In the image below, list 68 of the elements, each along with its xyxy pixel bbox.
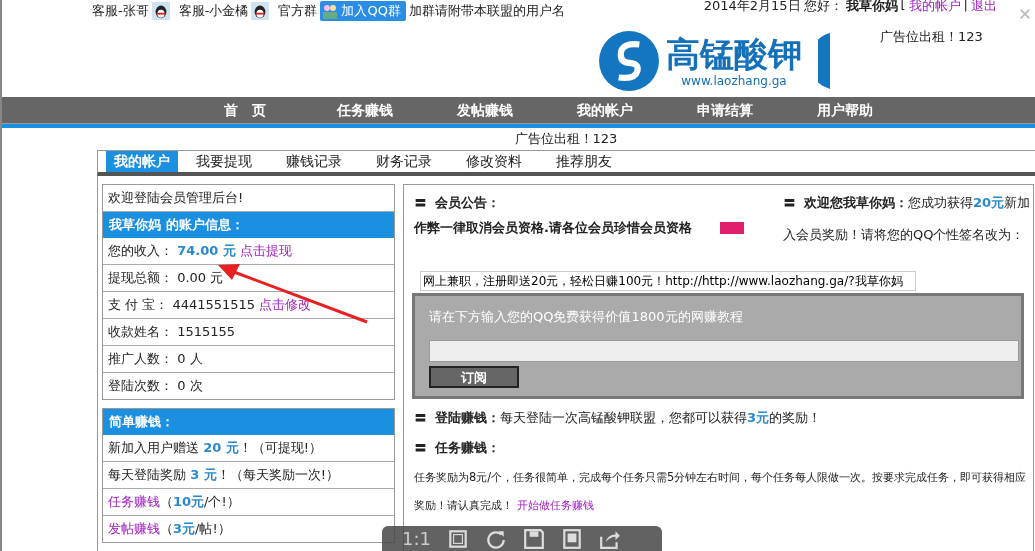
contact-label: 客服-张哥 xyxy=(92,2,149,20)
tab[interactable]: 财务记录 xyxy=(360,151,448,172)
welcome-message: 〓 欢迎您我草你妈：您成功获得20元新加入会员奖励！请将您的QQ个性签名改为： xyxy=(783,194,1032,244)
nav-item[interactable]: 用户帮助 xyxy=(785,97,905,123)
signature-field[interactable]: 网上兼职，注册即送20元，轻松日赚100元！http://http://www.laozhang.ga/?我草你妈 xyxy=(420,271,916,291)
field-value: 0 次 xyxy=(177,378,203,393)
site-logo[interactable]: 高锰酸钾 www.laozhang.ga xyxy=(598,24,830,97)
field-label: 提现总额： xyxy=(108,270,173,285)
field-value: 74.00 元 xyxy=(177,243,236,258)
logo-name: 高锰酸钾 xyxy=(666,33,802,74)
tablet-icon[interactable] xyxy=(560,527,583,550)
ad-text: 广告位出租！123 xyxy=(880,28,983,46)
nav-item[interactable]: 发帖赚钱 xyxy=(425,97,545,123)
earn-item-text: 任务赚钱（10元/个!） xyxy=(108,494,240,509)
image-placeholder xyxy=(719,222,744,234)
join-group-button[interactable]: 加入QQ群 xyxy=(320,1,406,21)
field-value: 0.00 元 xyxy=(177,270,224,285)
bullet-text: 〓 xyxy=(414,195,427,210)
field-label: 支 付 宝： xyxy=(108,297,169,312)
bracket-text: [ xyxy=(900,0,906,14)
greeting-text: 您好： xyxy=(803,0,843,15)
tab[interactable]: 赚钱记录 xyxy=(270,151,358,172)
section-text: 〓 登陆赚钱：每天登陆一次高锰酸钾联盟，您都可以获得3元的奖励！ xyxy=(414,409,823,427)
group-note: 加群请附带本联盟的用户名 xyxy=(408,2,565,20)
field-value: 0 人 xyxy=(177,351,203,366)
earn-item-text: 每天登陆奖励 3 元！（每天奖励一次!） xyxy=(108,467,339,482)
welcome-text: 欢迎登陆会员管理后台! xyxy=(108,190,244,205)
nav-item[interactable]: 我的帐户 xyxy=(545,97,665,123)
field-value: 4441551515 xyxy=(172,297,256,312)
tab[interactable]: 推荐朋友 xyxy=(540,151,628,172)
group-label: 官方群 xyxy=(278,2,318,20)
section-title: 会员公告： xyxy=(435,195,500,210)
logo-url: www.laozhang.ga xyxy=(681,73,787,88)
field-label: 推广人数： xyxy=(108,351,173,366)
earn-item-text: 发帖赚钱（3元/帖!） xyxy=(108,521,231,536)
section-header: 简单赚钱： xyxy=(103,409,394,435)
qq-input-field[interactable] xyxy=(429,340,1019,362)
nav-item[interactable]: 首 页 xyxy=(185,97,305,123)
nav-item[interactable]: 任务赚钱 xyxy=(305,97,425,123)
penguin-icon[interactable] xyxy=(251,2,270,20)
people-icon xyxy=(322,3,339,19)
logo-mark-icon xyxy=(598,29,660,92)
section-text: 〓 任务赚钱： xyxy=(414,439,501,457)
tab[interactable]: 我要提现 xyxy=(180,151,268,172)
zoom-label[interactable]: 1:1 xyxy=(402,528,431,549)
tab[interactable]: 我的帐户 xyxy=(106,151,178,172)
field-label: 登陆次数： xyxy=(108,378,173,393)
subscribe-button[interactable]: 订阅 xyxy=(429,366,519,388)
field-value: 1515155 xyxy=(177,324,236,339)
save-icon[interactable] xyxy=(522,527,545,550)
action-link[interactable]: 点击修改 xyxy=(259,297,312,312)
nav-item[interactable]: 申请结算 xyxy=(665,97,785,123)
tab[interactable]: 修改资料 xyxy=(450,151,538,172)
contact-label: 客服-小金橘 xyxy=(178,2,249,20)
fit-icon[interactable] xyxy=(446,527,469,550)
action-link[interactable]: 点击提现 xyxy=(239,243,292,258)
date-text: 2014年2月15日 xyxy=(703,0,801,15)
penguin-icon[interactable] xyxy=(151,2,170,20)
field-label: 收款姓名： xyxy=(108,324,173,339)
notice-text: 作弊一律取消会员资格.请各位会员珍惜会员资格 xyxy=(414,219,692,237)
header-link[interactable]: 退出 xyxy=(971,0,997,15)
section-header: 我草你妈 的账户信息： xyxy=(103,212,394,238)
separator-text: | xyxy=(963,0,968,14)
ad-text: 广告位出租！123 xyxy=(514,131,618,146)
paragraph-text: 任务奖励为8元/个，任务很简单，完成每个任务只需5分钟左右时间，每个任务每人限做一次。按要求完成任务，即可获得相应奖励！请认真完成！ 开始做任务赚钱 xyxy=(414,469,1028,514)
field-label: 您的收入： xyxy=(108,243,173,258)
earn-item-text: 新加入用户赠送 20 元！（可提现!） xyxy=(108,440,322,455)
subscribe-prompt: 请在下方输入您的QQ免费获得价值1800元的网赚教程 xyxy=(429,308,744,326)
